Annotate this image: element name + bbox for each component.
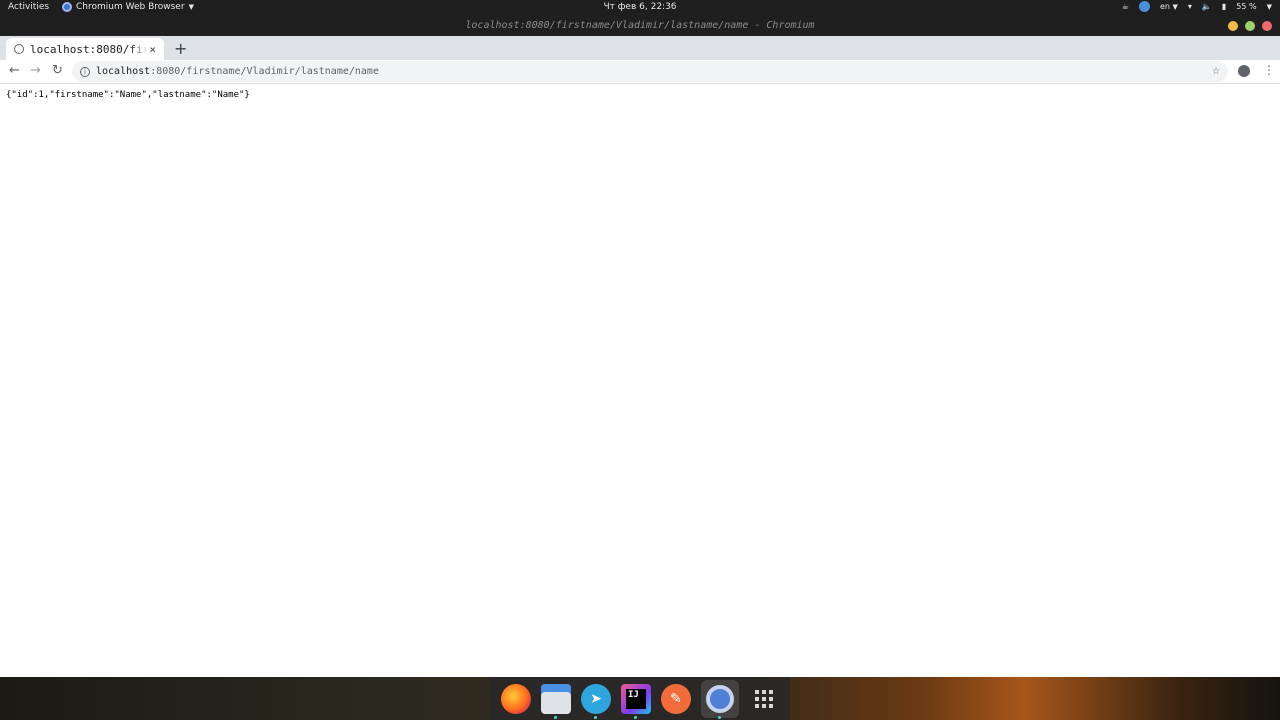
app-menu[interactable]: Chromium Web Browser ▼ xyxy=(62,2,194,12)
minimize-button[interactable] xyxy=(1228,21,1238,31)
window-controls xyxy=(1228,21,1272,31)
coffee-icon[interactable]: ☕ xyxy=(1122,2,1129,11)
chromium-icon xyxy=(706,684,734,713)
running-indicator xyxy=(718,715,721,719)
language-label: en xyxy=(1159,2,1170,11)
system-tray[interactable]: ☕ en ▼ ▾ 🔈 ▮ 55 % ▼ xyxy=(1122,1,1272,12)
user-status-icon[interactable] xyxy=(1138,1,1150,12)
activities-button[interactable]: Activities xyxy=(8,2,49,12)
app-grid-dots xyxy=(755,689,773,708)
running-indicator xyxy=(594,715,597,719)
forward-button[interactable]: → xyxy=(30,63,41,78)
address-bar[interactable]: i localhost :8080/firstname/Vladimir/las… xyxy=(72,61,1228,82)
new-tab-button[interactable]: + xyxy=(174,39,187,58)
back-button[interactable]: ← xyxy=(9,63,20,78)
running-indicator xyxy=(554,715,557,719)
language-indicator[interactable]: en ▼ xyxy=(1160,2,1178,11)
running-indicator xyxy=(634,715,637,719)
tab-strip: localhost:8080/firstname/Vladimir/lastna… xyxy=(0,36,1280,60)
telegram-glyph: ➤ xyxy=(590,690,602,707)
firefox-icon[interactable] xyxy=(501,683,531,714)
profile-avatar-icon[interactable] xyxy=(1238,65,1250,77)
wifi-icon[interactable]: ▾ xyxy=(1188,2,1192,11)
app-grid-icon[interactable] xyxy=(749,684,779,714)
files-icon[interactable] xyxy=(541,683,571,719)
caret-down-icon: ▼ xyxy=(188,3,194,11)
battery-percent: 55 % xyxy=(1236,2,1257,11)
postman-glyph: ✎ xyxy=(670,690,682,707)
window-title-bar[interactable]: localhost:8080/firstname/Vladimir/lastna… xyxy=(0,16,1280,36)
url-path: :8080/firstname/Vladimir/lastname/name xyxy=(150,66,379,77)
menu-kebab-icon[interactable]: ⋮ xyxy=(1263,63,1275,77)
chromium-app-icon xyxy=(62,2,72,12)
app-menu-label: Chromium Web Browser xyxy=(76,2,185,12)
intellij-icon[interactable]: IJ xyxy=(621,683,651,719)
intellij-glyph: IJ xyxy=(626,688,646,709)
page-json-text: {"id":1,"firstname":"Name","lastname":"N… xyxy=(6,90,250,100)
bookmark-star-icon[interactable]: ☆ xyxy=(1212,63,1220,78)
url-host: localhost xyxy=(96,66,151,77)
tab-active[interactable]: localhost:8080/firstname/Vladimir/lastna… xyxy=(6,38,164,60)
close-tab-icon[interactable]: × xyxy=(149,43,156,56)
browser-toolbar: ← → ↻ i localhost :8080/firstname/Vladim… xyxy=(0,60,1280,84)
caret-down-icon[interactable]: ▼ xyxy=(1267,3,1272,11)
info-icon[interactable]: i xyxy=(80,66,90,77)
caret-down-icon: ▼ xyxy=(1172,3,1178,11)
maximize-button[interactable] xyxy=(1245,21,1255,31)
telegram-icon[interactable]: ➤ xyxy=(581,683,611,719)
battery-icon[interactable]: ▮ xyxy=(1222,2,1226,11)
window-title: localhost:8080/firstname/Vladimir/lastna… xyxy=(465,20,815,31)
system-top-bar: Activities Chromium Web Browser ▼ Чт фев… xyxy=(0,0,1280,16)
close-button[interactable] xyxy=(1262,21,1272,31)
reload-button[interactable]: ↻ xyxy=(52,63,63,78)
volume-icon[interactable]: 🔈 xyxy=(1202,2,1212,11)
globe-icon xyxy=(14,44,24,54)
postman-icon[interactable]: ✎ xyxy=(661,683,691,714)
chromium-dock-item[interactable] xyxy=(701,679,739,719)
tab-title: localhost:8080/firstname/Vladimir/lastna… xyxy=(30,42,148,56)
dock: ➤ IJ ✎ xyxy=(490,677,790,720)
